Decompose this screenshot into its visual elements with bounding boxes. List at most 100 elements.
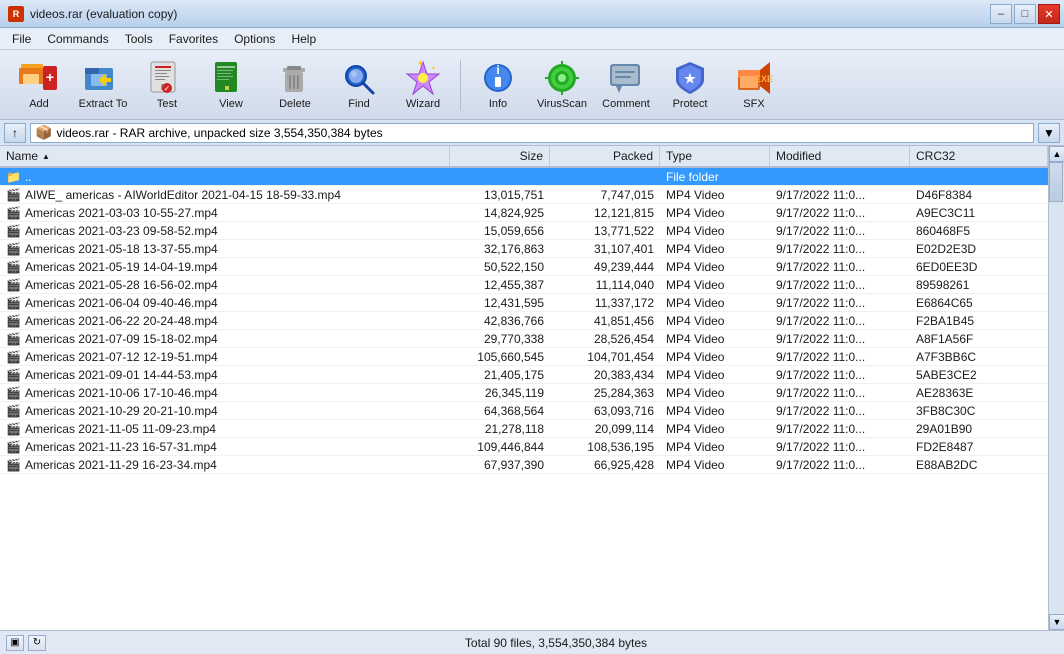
cell-size: 32,176,863 [450,240,550,257]
col-header-packed[interactable]: Packed [550,146,660,166]
minimize-button[interactable]: – [990,4,1012,24]
cell-name: 🎬Americas 2021-07-09 15-18-02.mp4 [0,330,450,347]
cell-type: MP4 Video [660,330,770,347]
toolbar-extract-button[interactable]: Extract To [72,56,134,114]
toolbar-add-button[interactable]: + Add [8,56,70,114]
cell-packed: 104,701,454 [550,348,660,365]
scroll-up-button[interactable]: ▲ [1049,146,1064,162]
cell-size: 67,937,390 [450,456,550,473]
menu-tools[interactable]: Tools [117,30,161,48]
status-btn2[interactable]: ↻ [28,635,46,651]
cell-crc32: FD2E8487 [910,438,1048,455]
cell-type: MP4 Video [660,240,770,257]
cell-size: 13,015,751 [450,186,550,203]
scroll-thumb[interactable] [1049,162,1063,202]
sfx-icon: EXE [734,60,774,96]
cell-type: MP4 Video [660,294,770,311]
archive-icon: 📦 [35,124,52,141]
file-name: Americas 2021-07-09 15-18-02.mp4 [25,332,218,346]
table-row[interactable]: 🎬Americas 2021-06-22 20-24-48.mp442,836,… [0,312,1048,330]
file-icon: 🎬 [6,260,21,274]
scroll-down-button[interactable]: ▼ [1049,614,1064,630]
menu-options[interactable]: Options [226,30,283,48]
sort-arrow-name: ▲ [42,152,50,161]
cell-crc32: E88AB2DC [910,456,1048,473]
cell-name: 🎬Americas 2021-07-12 12-19-51.mp4 [0,348,450,365]
table-row[interactable]: 🎬Americas 2021-11-05 11-09-23.mp421,278,… [0,420,1048,438]
file-name: Americas 2021-06-04 09-40-46.mp4 [25,296,218,310]
status-text: Total 90 files, 3,554,350,384 bytes [54,636,1058,650]
table-row[interactable]: 🎬Americas 2021-05-18 13-37-55.mp432,176,… [0,240,1048,258]
menu-commands[interactable]: Commands [39,30,116,48]
table-row[interactable]: 🎬Americas 2021-03-03 10-55-27.mp414,824,… [0,204,1048,222]
toolbar-comment-button[interactable]: Comment [595,56,657,114]
toolbar-info-button[interactable]: i Info [467,56,529,114]
cell-crc32: F2BA1B45 [910,312,1048,329]
table-row[interactable]: 🎬Americas 2021-09-01 14-44-53.mp421,405,… [0,366,1048,384]
up-button[interactable]: ↑ [4,123,26,143]
cell-crc32: 29A01B90 [910,420,1048,437]
wizard-icon: ✦ ✦ [403,60,443,96]
cell-crc32: AE28363E [910,384,1048,401]
file-rows: 📁..File folder🎬AIWE_ americas - AIWorldE… [0,168,1048,630]
table-row[interactable]: 🎬Americas 2021-11-23 16-57-31.mp4109,446… [0,438,1048,456]
file-name: AIWE_ americas - AIWorldEditor 2021-04-1… [25,188,341,202]
maximize-button[interactable]: □ [1014,4,1036,24]
title-bar: R videos.rar (evaluation copy) – □ ✕ [0,0,1064,28]
toolbar-protect-button[interactable]: ★ Protect [659,56,721,114]
table-row[interactable]: 🎬Americas 2021-10-06 17-10-46.mp426,345,… [0,384,1048,402]
toolbar-find-button[interactable]: Find [328,56,390,114]
cell-name: 🎬AIWE_ americas - AIWorldEditor 2021-04-… [0,186,450,203]
cell-type: MP4 Video [660,312,770,329]
delete-label: Delete [279,98,311,110]
file-name: Americas 2021-05-19 14-04-19.mp4 [25,260,218,274]
wizard-label: Wizard [406,98,440,110]
scroll-track[interactable] [1049,162,1064,614]
toolbar-wizard-button[interactable]: ✦ ✦ Wizard [392,56,454,114]
address-dropdown[interactable]: ▼ [1038,123,1060,143]
title-controls: – □ ✕ [990,4,1060,24]
cell-type: MP4 Video [660,222,770,239]
toolbar-test-button[interactable]: ✓ Test [136,56,198,114]
extract-label: Extract To [79,98,128,110]
cell-name: 🎬Americas 2021-10-29 20-21-10.mp4 [0,402,450,419]
file-name: Americas 2021-11-23 16-57-31.mp4 [25,440,217,454]
table-row[interactable]: 🎬Americas 2021-07-09 15-18-02.mp429,770,… [0,330,1048,348]
table-row[interactable]: 🎬Americas 2021-05-28 16-56-02.mp412,455,… [0,276,1048,294]
table-row[interactable]: 🎬Americas 2021-05-19 14-04-19.mp450,522,… [0,258,1048,276]
menu-file[interactable]: File [4,30,39,48]
col-header-name[interactable]: Name ▲ [0,146,450,166]
virusscan-label: VirusScan [537,98,587,110]
menu-help[interactable]: Help [283,30,324,48]
toolbar-delete-button[interactable]: Delete [264,56,326,114]
cell-crc32: A9EC3C11 [910,204,1048,221]
table-row[interactable]: 🎬Americas 2021-03-23 09-58-52.mp415,059,… [0,222,1048,240]
col-header-modified[interactable]: Modified [770,146,910,166]
menu-favorites[interactable]: Favorites [161,30,226,48]
file-name: Americas 2021-10-29 20-21-10.mp4 [25,404,218,418]
table-row[interactable]: 🎬AIWE_ americas - AIWorldEditor 2021-04-… [0,186,1048,204]
cell-size: 14,824,925 [450,204,550,221]
col-header-type[interactable]: Type [660,146,770,166]
close-button[interactable]: ✕ [1038,4,1060,24]
col-header-size[interactable]: Size [450,146,550,166]
table-row[interactable]: 🎬Americas 2021-11-29 16-23-34.mp467,937,… [0,456,1048,474]
cell-size: 21,405,175 [450,366,550,383]
file-name: Americas 2021-05-28 16-56-02.mp4 [25,278,218,292]
status-btn1[interactable]: ▣ [6,635,24,651]
table-row[interactable]: 🎬Americas 2021-07-12 12-19-51.mp4105,660… [0,348,1048,366]
cell-crc32: A8F1A56F [910,330,1048,347]
toolbar-view-button[interactable]: View [200,56,262,114]
col-header-crc32[interactable]: CRC32 [910,146,1048,166]
toolbar-virusscan-button[interactable]: VirusScan [531,56,593,114]
cell-packed: 20,383,434 [550,366,660,383]
toolbar-sfx-button[interactable]: EXE SFX [723,56,785,114]
cell-packed: 20,099,114 [550,420,660,437]
table-row[interactable]: 🎬Americas 2021-10-29 20-21-10.mp464,368,… [0,402,1048,420]
svg-text:i: i [496,63,499,77]
table-row[interactable]: 📁..File folder [0,168,1048,186]
main-layout: Name ▲ Size Packed Type Modified CRC32 📁… [0,146,1064,630]
cell-name: 🎬Americas 2021-11-29 16-23-34.mp4 [0,456,450,473]
table-row[interactable]: 🎬Americas 2021-06-04 09-40-46.mp412,431,… [0,294,1048,312]
cell-size: 26,345,119 [450,384,550,401]
